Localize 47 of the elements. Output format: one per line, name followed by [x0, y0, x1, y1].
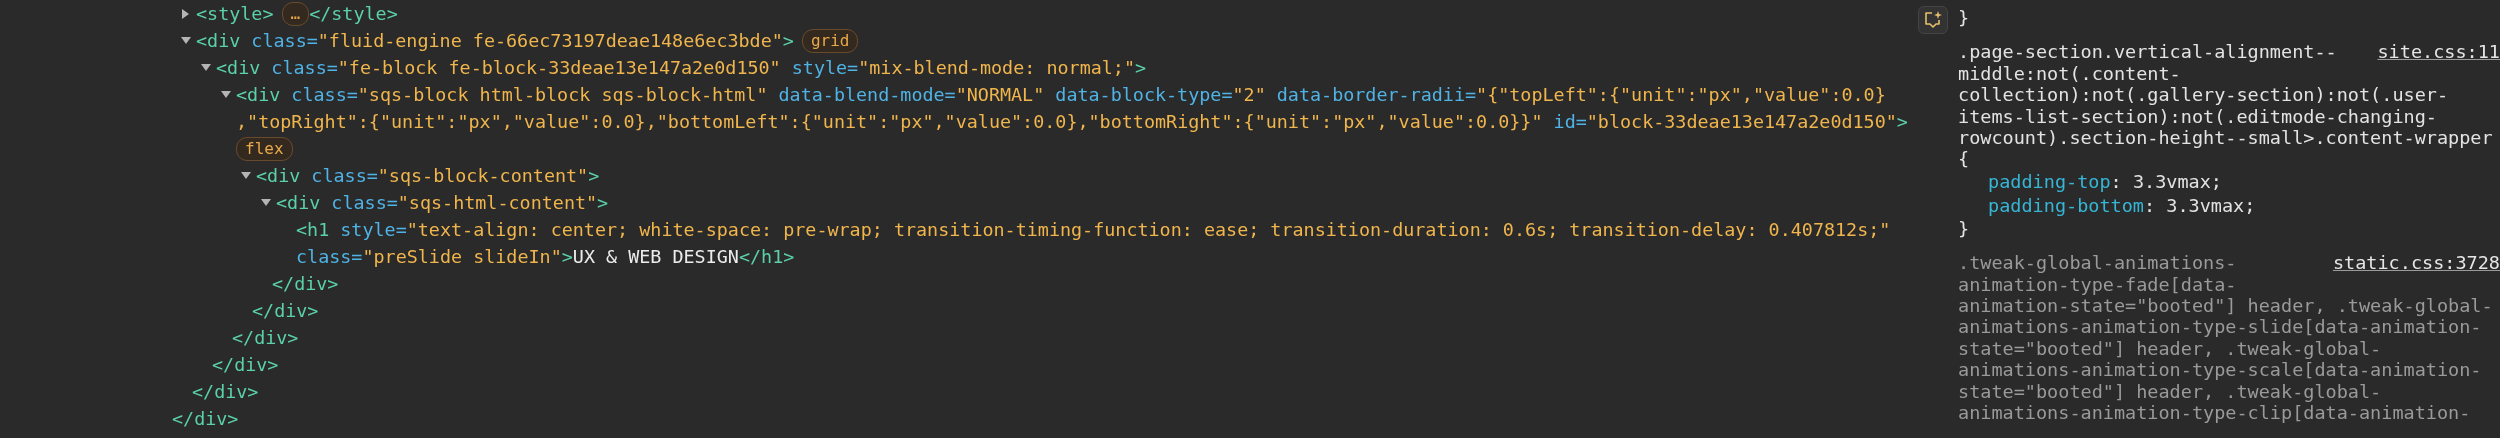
code-line[interactable]: <div class="sqs-block-content">	[256, 162, 600, 189]
css-selector-line: state="booted"] header, .tweak-global-	[1958, 380, 2382, 402]
code-line[interactable]: </div>	[252, 297, 319, 324]
caret-icon[interactable]	[181, 8, 191, 19]
code-line[interactable]: <div class="fe-block fe-block-33deae13e147a2e0d150" style="mix-blend-mode: normal;">	[216, 54, 1147, 81]
code-line[interactable]: </div>	[272, 270, 339, 297]
code-line[interactable]: </div>	[212, 351, 279, 378]
code-line[interactable]: ,"topRight":{"unit":"px","value":0.0},"bottomLeft":{"unit":"px","value":0.0},"bottomRight":{"unit":"px","value":0.0}}" id="block-33deae13e147a2e0d150">	[236, 108, 1908, 135]
sparkle-chat-icon	[1923, 10, 1943, 30]
layout-badge[interactable]: flex	[236, 136, 293, 161]
caret-icon[interactable]	[221, 89, 231, 100]
code-line[interactable]: <div class="fluid-engine fe-66ec73197deae148e6ec3bde">	[196, 27, 794, 54]
ai-assistant-button[interactable]	[1918, 6, 1948, 34]
css-selector-line: .tweak-global-animations-	[1958, 252, 2237, 274]
css-selector-line: animations-animation-type-clip[data-animation-	[1958, 402, 2471, 424]
css-selector-line: animation-type-fade[data-	[1958, 273, 2237, 295]
source-link[interactable]: site.css:11	[2377, 41, 2500, 63]
code-line[interactable]: </style>	[309, 0, 398, 27]
caret-icon[interactable]	[181, 35, 191, 46]
css-selector-line: animations-animation-type-slide[data-animation-	[1958, 316, 2482, 338]
code-line[interactable]: <style>	[196, 0, 274, 27]
css-selector-line: collection):not(.gallery-section):not(.user-	[1958, 84, 2449, 106]
css-selector-line: .page-section.vertical-alignment--	[1958, 41, 2337, 63]
code-line[interactable]: </div>	[232, 324, 299, 351]
caret-icon[interactable]	[261, 197, 271, 208]
code-line[interactable]: class="preSlide slideIn">UX & WEB DESIGN</h1>	[296, 243, 795, 270]
css-selector-line: animation-state="booted"] header, .tweak-global-	[1958, 295, 2493, 317]
code-line[interactable]: </div>	[192, 378, 259, 405]
caret-icon[interactable]	[241, 170, 251, 181]
css-selector-line: rowcount).section-height--small>.content-wrapper	[1958, 127, 2493, 149]
css-declaration[interactable]: padding-top: 3.3vmax;	[1988, 170, 2222, 192]
source-link[interactable]: static.css:3728	[2332, 252, 2500, 274]
css-selector-line: items-list-section):not(.editmode-changing-	[1958, 105, 2437, 127]
css-selector-line: state="booted"] header, .tweak-global-	[1958, 337, 2382, 359]
css-selector-line: middle:not(.content-	[1958, 62, 2181, 84]
code-line[interactable]: <div class="sqs-html-content">	[276, 189, 609, 216]
layout-badge[interactable]: grid	[801, 28, 859, 53]
brace: {	[1958, 148, 1970, 170]
code-line[interactable]: </div>	[172, 405, 239, 432]
brace: }	[1958, 217, 1970, 239]
css-declaration[interactable]: padding-bottom: 3.3vmax;	[1988, 194, 2256, 216]
css-selector-line: animations-animation-type-scale[data-animation-	[1958, 359, 2482, 381]
layout-badge[interactable]: …	[281, 1, 310, 26]
code-line[interactable]: <h1 style="text-align: center; white-space: pre-wrap; transition-timing-function: ease; transition-duration: 0.6s; transition-delay: 0.407812s;"	[296, 216, 1891, 243]
code-line[interactable]: <div class="sqs-block html-block sqs-block-html" data-blend-mode="NORMAL" data-block-type="2" data-border-radii="{"topLeft":{"unit":"px","value":0.0}	[236, 81, 1886, 108]
brace: }	[1958, 7, 1970, 28]
caret-icon[interactable]	[201, 62, 211, 73]
